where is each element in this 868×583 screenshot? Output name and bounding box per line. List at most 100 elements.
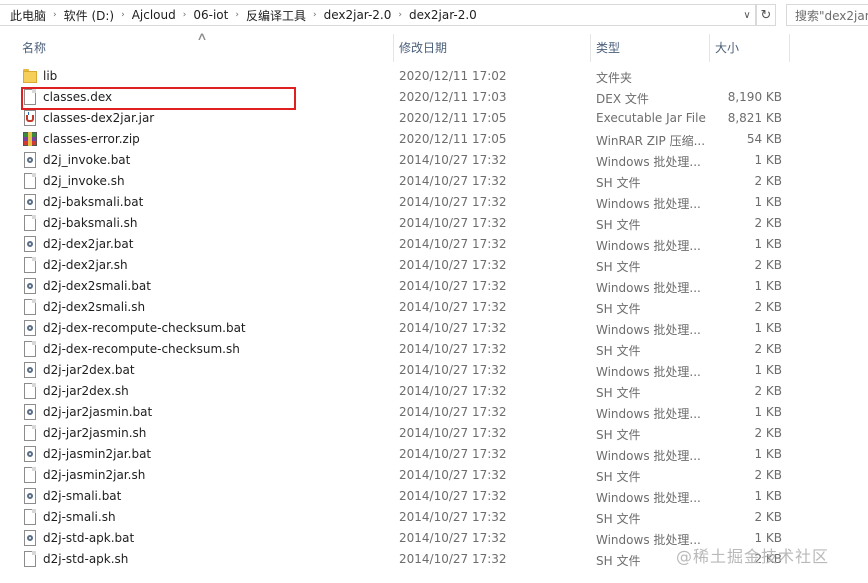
file-date: 2014/10/27 17:32 [399, 195, 507, 209]
file-row[interactable]: d2j-baksmali.bat 2014/10/27 17:32 Windows … [0, 192, 868, 213]
file-date: 2014/10/27 17:32 [399, 342, 507, 356]
file-icon [23, 425, 37, 441]
file-name: d2j-jar2jasmin.sh [43, 426, 147, 440]
search-input[interactable]: 搜索"dex2jar [786, 4, 868, 26]
toolbar: 此电脑 › 软件 (D:) › Ajcloud › 06-iot › 反编译工具… [0, 0, 868, 30]
chevron-right-icon[interactable]: › [232, 10, 242, 20]
file-type: SH 文件 [596, 260, 641, 274]
folder-icon [23, 68, 37, 84]
file-row[interactable]: d2j-baksmali.sh 2014/10/27 17:32 SH 文件 2 KB [0, 213, 868, 234]
file-row[interactable]: d2j-jar2jasmin.sh 2014/10/27 17:32 SH 文件 2 … [0, 423, 868, 444]
file-type: Windows 批处理... [596, 323, 701, 337]
file-type: SH 文件 [596, 302, 641, 316]
column-date[interactable]: 修改日期 [399, 39, 447, 56]
file-name: classes-error.zip [43, 132, 140, 146]
file-type: Windows 批处理... [596, 365, 701, 379]
file-name: d2j-dex2jar.sh [43, 258, 128, 272]
column-divider[interactable] [789, 34, 790, 62]
file-date: 2020/12/11 17:03 [399, 90, 507, 104]
file-type: DEX 文件 [596, 92, 649, 106]
bat-icon [23, 194, 37, 210]
file-row[interactable]: d2j-dex-recompute-checksum.bat 2014/10/27… [0, 318, 868, 339]
file-type: Windows 批处理... [596, 281, 701, 295]
file-row[interactable]: classes-dex2jar.jar 2020/12/11 17:05 Execu… [0, 108, 868, 129]
column-header: ∧ 名称 修改日期 类型 大小 [0, 30, 868, 62]
file-row[interactable]: d2j-jasmin2jar.bat 2014/10/27 17:32 Window… [0, 444, 868, 465]
file-icon [23, 509, 37, 525]
breadcrumb-item[interactable]: dex2jar-2.0 [320, 8, 396, 22]
file-row[interactable]: d2j-dex2smali.sh 2014/10/27 17:32 SH 文件 2 K… [0, 297, 868, 318]
chevron-right-icon[interactable]: › [50, 10, 60, 20]
bat-icon [23, 152, 37, 168]
file-size: 1 KB [754, 195, 782, 209]
file-row[interactable]: lib 2020/12/11 17:02 文件夹 [0, 66, 868, 87]
file-row[interactable]: d2j-dex2jar.bat 2014/10/27 17:32 Windows 批… [0, 234, 868, 255]
chevron-right-icon[interactable]: › [395, 10, 405, 20]
breadcrumb-item[interactable]: 此电脑 [6, 7, 50, 24]
file-name: d2j-smali.bat [43, 489, 122, 503]
file-size: 1 KB [754, 321, 782, 335]
file-date: 2014/10/27 17:32 [399, 489, 507, 503]
file-row[interactable]: d2j-jasmin2jar.sh 2014/10/27 17:32 SH 文件 2 … [0, 465, 868, 486]
file-name: d2j-jar2dex.bat [43, 363, 135, 377]
file-row[interactable]: d2j_invoke.bat 2014/10/27 17:32 Windows 批处… [0, 150, 868, 171]
file-date: 2020/12/11 17:05 [399, 111, 507, 125]
file-date: 2014/10/27 17:32 [399, 384, 507, 398]
file-size: 2 KB [754, 468, 782, 482]
file-row[interactable]: d2j-jar2jasmin.bat 2014/10/27 17:32 Window… [0, 402, 868, 423]
chevron-down-icon[interactable]: ∨ [738, 4, 756, 26]
file-name: d2j-smali.sh [43, 510, 116, 524]
column-name[interactable]: 名称 [22, 39, 46, 56]
file-icon [23, 215, 37, 231]
breadcrumb-item[interactable]: 软件 (D:) [60, 7, 118, 24]
file-date: 2020/12/11 17:05 [399, 132, 507, 146]
file-type: Executable Jar File [596, 111, 706, 125]
file-row[interactable]: classes-error.zip 2020/12/11 17:05 WinRAR … [0, 129, 868, 150]
bat-icon [23, 530, 37, 546]
breadcrumb-item[interactable]: 06-iot [189, 8, 232, 22]
file-row[interactable]: d2j-dex2jar.sh 2014/10/27 17:32 SH 文件 2 KB [0, 255, 868, 276]
file-row[interactable]: d2j-smali.bat 2014/10/27 17:32 Windows 批处理… [0, 486, 868, 507]
chevron-right-icon[interactable]: › [180, 10, 190, 20]
file-row[interactable]: d2j-dex-recompute-checksum.sh 2014/10/27 … [0, 339, 868, 360]
column-size[interactable]: 大小 [715, 39, 739, 56]
column-type[interactable]: 类型 [596, 39, 620, 56]
file-name: d2j-dex2smali.bat [43, 279, 151, 293]
file-size: 2 KB [754, 174, 782, 188]
column-divider[interactable] [709, 34, 710, 62]
file-size: 1 KB [754, 237, 782, 251]
file-name: d2j-std-apk.bat [43, 531, 135, 545]
file-type: WinRAR ZIP 压缩... [596, 134, 706, 148]
address-bar[interactable]: 此电脑 › 软件 (D:) › Ajcloud › 06-iot › 反编译工具… [0, 4, 756, 26]
file-type: SH 文件 [596, 512, 641, 526]
file-row[interactable]: d2j-dex2smali.bat 2014/10/27 17:32 Windows… [0, 276, 868, 297]
breadcrumb-item[interactable]: 反编译工具 [242, 7, 310, 24]
file-name: d2j-baksmali.sh [43, 216, 138, 230]
file-row[interactable]: d2j_invoke.sh 2014/10/27 17:32 SH 文件 2 KB [0, 171, 868, 192]
file-size: 8,190 KB [727, 90, 782, 104]
zip-icon [23, 131, 37, 147]
file-type: Windows 批处理... [596, 491, 701, 505]
file-name: d2j-std-apk.sh [43, 552, 129, 566]
file-row[interactable]: d2j-jar2dex.sh 2014/10/27 17:32 SH 文件 2 KB [0, 381, 868, 402]
file-row[interactable]: d2j-smali.sh 2014/10/27 17:32 SH 文件 2 KB [0, 507, 868, 528]
file-name: d2j-baksmali.bat [43, 195, 144, 209]
file-size: 1 KB [754, 405, 782, 419]
file-size: 8,821 KB [727, 111, 782, 125]
bat-icon [23, 236, 37, 252]
file-row[interactable]: d2j-jar2dex.bat 2014/10/27 17:32 Windows 批… [0, 360, 868, 381]
file-size: 1 KB [754, 447, 782, 461]
file-size: 1 KB [754, 153, 782, 167]
file-icon [23, 341, 37, 357]
file-type: SH 文件 [596, 218, 641, 232]
chevron-right-icon[interactable]: › [118, 10, 128, 20]
file-name: d2j-jasmin2jar.sh [43, 468, 146, 482]
breadcrumb-item[interactable]: Ajcloud [128, 8, 180, 22]
column-divider[interactable] [590, 34, 591, 62]
breadcrumb-item[interactable]: dex2jar-2.0 [405, 8, 481, 22]
file-type: Windows 批处理... [596, 407, 701, 421]
file-date: 2014/10/27 17:32 [399, 258, 507, 272]
refresh-icon[interactable]: ↻ [756, 4, 776, 26]
column-divider[interactable] [393, 34, 394, 62]
chevron-right-icon[interactable]: › [310, 10, 320, 20]
